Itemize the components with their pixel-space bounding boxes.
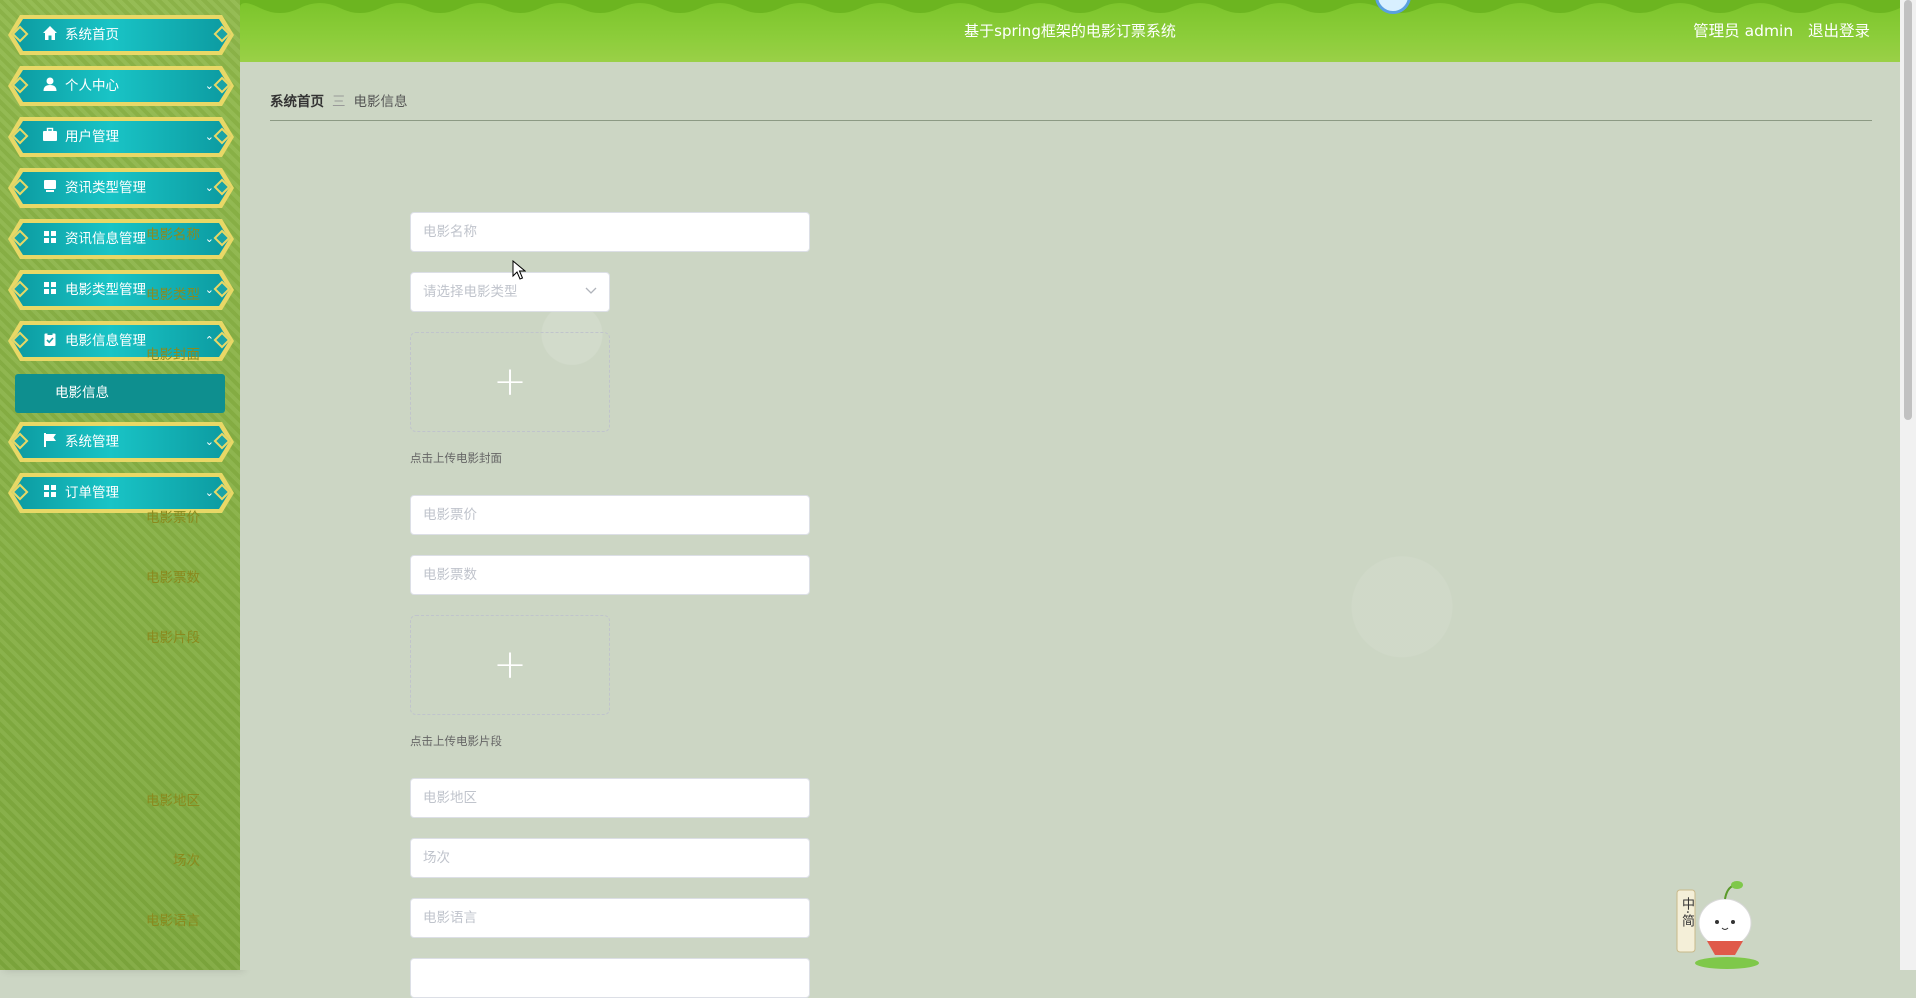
home-icon xyxy=(41,25,59,43)
clip-upload[interactable]: + xyxy=(410,615,610,715)
sidebar-item-label: 系统管理 xyxy=(65,434,119,450)
sidebar-item-label: 资讯类型管理 xyxy=(65,180,146,196)
sidebar-item-home[interactable]: 系统首页 xyxy=(8,15,234,55)
flag-icon xyxy=(41,432,59,450)
chevron-down-icon: ⌄ xyxy=(204,486,214,499)
clipboard-icon xyxy=(41,331,59,349)
clip-label: 电影片段 xyxy=(146,630,200,646)
movie-price-input[interactable] xyxy=(410,495,810,535)
cover-upload-hint: 点击上传电影封面 xyxy=(410,451,502,465)
sidebar-item-system-management[interactable]: 系统管理 ⌄ xyxy=(8,422,234,462)
grid-icon xyxy=(41,229,59,247)
movie-tickets-input[interactable] xyxy=(410,555,810,595)
breadcrumb-separator: 三 xyxy=(332,94,346,110)
sidebar-item-label: 系统首页 xyxy=(65,27,119,43)
monitor-icon xyxy=(41,178,59,196)
page-scrollbar[interactable] xyxy=(1900,0,1916,970)
mouse-cursor-icon xyxy=(512,259,527,284)
user-area: 管理员 admin 退出登录 xyxy=(1693,0,1870,62)
session-input[interactable] xyxy=(410,838,810,878)
chevron-down-icon: ⌄ xyxy=(204,283,214,296)
sidebar-item-news-type-management[interactable]: 资讯类型管理 ⌄ xyxy=(8,168,234,208)
briefcase-icon xyxy=(41,127,59,145)
chevron-down-icon: ⌄ xyxy=(204,130,214,143)
name-label: 电影名称 xyxy=(146,227,200,243)
mascot-text: 中·简 xyxy=(1679,897,1694,928)
sidebar-item-label: 个人中心 xyxy=(65,78,119,94)
chevron-down-icon: ⌄ xyxy=(204,435,214,448)
app-title: 基于spring框架的电影订票系统 xyxy=(964,22,1176,40)
region-label: 电影地区 xyxy=(146,793,200,809)
sidebar-item-user-management[interactable]: 用户管理 ⌄ xyxy=(8,117,234,157)
movie-region-input[interactable] xyxy=(410,778,810,818)
grid-icon xyxy=(41,483,59,501)
chevron-down-icon xyxy=(585,273,597,311)
breadcrumb: 系统首页三电影信息 xyxy=(270,90,408,110)
chevron-down-icon: ⌄ xyxy=(204,232,214,245)
cover-upload[interactable]: + xyxy=(410,332,610,432)
movie-language-input[interactable] xyxy=(410,898,810,938)
plus-icon: + xyxy=(493,359,527,405)
movie-name-input[interactable] xyxy=(410,212,810,252)
breadcrumb-current: 电影信息 xyxy=(353,94,408,110)
type-label: 电影类型 xyxy=(146,287,200,303)
select-placeholder: 请选择电影类型 xyxy=(423,284,518,300)
clip-upload-hint: 点击上传电影片段 xyxy=(410,734,502,748)
sidebar-item-label: 用户管理 xyxy=(65,129,119,145)
logout-link[interactable]: 退出登录 xyxy=(1808,22,1870,40)
tickets-label: 电影票数 xyxy=(146,570,200,586)
submenu-item-movie-info[interactable]: 电影信息 xyxy=(15,374,225,413)
chevron-up-icon: ⌃ xyxy=(204,334,214,347)
sidebar: 系统首页 个人中心 ⌄ 用户管理 ⌄ 资讯类型管理 ⌄ 资讯信息管理 ⌄ 电影类… xyxy=(0,0,240,970)
breadcrumb-home[interactable]: 系统首页 xyxy=(270,94,324,110)
top-header: 基于spring框架的电影订票系统 管理员 admin 退出登录 xyxy=(240,0,1900,62)
chevron-down-icon: ⌄ xyxy=(204,181,214,194)
divider xyxy=(270,120,1872,121)
price-label: 电影票价 xyxy=(146,510,200,526)
plus-icon: + xyxy=(493,642,527,688)
language-label: 电影语言 xyxy=(146,913,200,929)
session-label: 场次 xyxy=(173,853,200,869)
movie-type-select[interactable]: 请选择电影类型 xyxy=(410,272,610,312)
next-field-input[interactable] xyxy=(410,958,810,998)
grid-icon xyxy=(41,280,59,298)
user-name: admin xyxy=(1744,22,1794,40)
user-icon xyxy=(41,76,59,94)
sidebar-item-personal-center[interactable]: 个人中心 ⌄ xyxy=(8,66,234,106)
scrollbar-thumb[interactable] xyxy=(1904,0,1912,420)
cover-label: 电影封面 xyxy=(146,347,200,363)
chevron-down-icon: ⌄ xyxy=(204,79,214,92)
user-role: 管理员 xyxy=(1693,22,1740,40)
mascot-widget[interactable]: 中·简 xyxy=(1675,875,1775,970)
